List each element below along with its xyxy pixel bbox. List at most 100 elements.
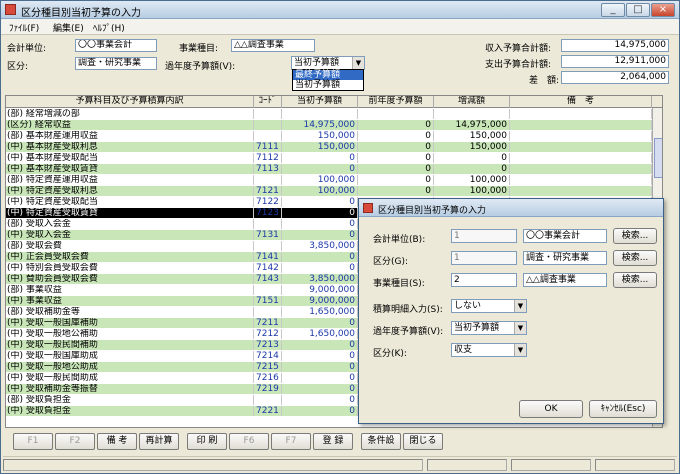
table-row[interactable]: (中) 基本財産受取配当 7112 0 0 0	[6, 153, 652, 163]
table-row[interactable]: (部) 基本財産運用収益 150,000 0 150,000	[6, 131, 652, 141]
cell-budget[interactable]: 9,000,000	[282, 296, 358, 306]
past-budget-dropdown-list[interactable]: 最終予算額 当初予算額	[292, 69, 364, 91]
dropdown-option-initial[interactable]: 当初予算額	[293, 80, 363, 90]
cell-budget[interactable]: 14,975,000	[282, 120, 358, 130]
cell-prev[interactable]	[358, 109, 434, 119]
cell-code[interactable]	[254, 120, 282, 130]
cell-name[interactable]: (中) 基本財産受取利息	[6, 142, 254, 152]
cell-name[interactable]: (中) 基本財産受取賃貸	[6, 164, 254, 174]
dialog-category-search-button[interactable]: 検索...	[613, 250, 657, 266]
cell-name[interactable]: (中) 受取一般民間助成	[6, 373, 254, 383]
cell-budget[interactable]	[282, 109, 358, 119]
cell-remarks[interactable]	[510, 153, 652, 163]
cell-code[interactable]: 7121	[254, 186, 282, 196]
cell-budget[interactable]: 0	[282, 252, 358, 262]
f7-button[interactable]: F7	[271, 433, 311, 450]
cell-name[interactable]: (中) 受取一般地公助成	[6, 362, 254, 372]
chevron-down-icon[interactable]: ▼	[514, 300, 526, 312]
cell-budget[interactable]: 1,650,000	[282, 307, 358, 317]
scrollbar-thumb[interactable]	[654, 138, 662, 178]
chevron-down-icon[interactable]: ▼	[514, 322, 526, 334]
dialog-category-code[interactable]: 1	[451, 251, 517, 265]
cell-diff[interactable]: 0	[434, 164, 510, 174]
cell-prev[interactable]: 0	[358, 120, 434, 130]
cell-diff[interactable]: 0	[434, 153, 510, 163]
cell-name[interactable]: (中) 賛助会員受取会費	[6, 274, 254, 284]
past-budget-select[interactable]: 当初予算額 ▼	[291, 56, 365, 70]
cell-remarks[interactable]	[510, 142, 652, 152]
register-button[interactable]: 登 録	[313, 433, 353, 450]
f6-button[interactable]: F6	[229, 433, 269, 450]
cell-prev[interactable]: 0	[358, 186, 434, 196]
menu-file[interactable]: ﾌｧｲﾙ(F)	[9, 21, 39, 34]
cell-code[interactable]: 7123	[254, 208, 282, 218]
cell-code[interactable]: 7143	[254, 274, 282, 284]
col-header-code[interactable]: ｺｰﾄﾞ	[254, 96, 282, 108]
cell-diff[interactable]	[434, 109, 510, 119]
dialog-business-type-search-button[interactable]: 検索...	[613, 272, 657, 288]
cell-name[interactable]: (部) 特定資産運用収益	[6, 175, 254, 185]
table-row[interactable]: (区分) 経常収益 14,975,000 0 14,975,000	[6, 120, 652, 130]
cell-code[interactable]: 7113	[254, 164, 282, 174]
condition-button[interactable]: 条件設	[361, 433, 401, 450]
cell-name[interactable]: (中) 受取一般国庫補助	[6, 318, 254, 328]
cell-name[interactable]: (中) 受取負担金	[6, 406, 254, 416]
cell-remarks[interactable]	[510, 120, 652, 130]
cell-budget[interactable]: 0	[282, 384, 358, 394]
cell-name[interactable]: (部) 受取補助金等	[6, 307, 254, 317]
cell-code[interactable]: 7215	[254, 362, 282, 372]
dialog-detail-input-select[interactable]: しない ▼	[451, 299, 527, 313]
cell-code[interactable]: 7142	[254, 263, 282, 273]
col-header-diff[interactable]: 増減額	[434, 96, 510, 108]
cell-budget[interactable]: 0	[282, 351, 358, 361]
cell-prev[interactable]: 0	[358, 175, 434, 185]
cell-diff[interactable]: 150,000	[434, 142, 510, 152]
cell-diff[interactable]: 14,975,000	[434, 120, 510, 130]
cell-budget[interactable]: 0	[282, 362, 358, 372]
dialog-category-k-select[interactable]: 収支 ▼	[451, 343, 527, 357]
remarks-button[interactable]: 備 考	[97, 433, 137, 450]
cell-code[interactable]: 7212	[254, 329, 282, 339]
cell-name[interactable]: (中) 正会員受取会費	[6, 252, 254, 262]
cell-remarks[interactable]	[510, 175, 652, 185]
cell-diff[interactable]: 150,000	[434, 131, 510, 141]
table-row[interactable]: (中) 基本財産受取利息 7111 150,000 0 150,000	[6, 142, 652, 152]
cell-budget[interactable]: 0	[282, 395, 358, 405]
maximize-button[interactable]: □	[626, 3, 650, 17]
cell-code[interactable]	[254, 219, 282, 229]
cell-name[interactable]: (区分) 経常収益	[6, 120, 254, 130]
cell-prev[interactable]: 0	[358, 131, 434, 141]
cell-name[interactable]: (中) 特定資産受取配当	[6, 197, 254, 207]
cell-name[interactable]: (中) 特定資産受取利息	[6, 186, 254, 196]
cell-budget[interactable]: 0	[282, 406, 358, 416]
cell-name[interactable]: (部) 経常増減の部	[6, 109, 254, 119]
cell-prev[interactable]: 0	[358, 142, 434, 152]
cell-name[interactable]: (中) 受取一般地公補助	[6, 329, 254, 339]
dialog-ok-button[interactable]: OK	[519, 400, 583, 418]
cell-remarks[interactable]	[510, 164, 652, 174]
cell-code[interactable]: 7151	[254, 296, 282, 306]
cell-name[interactable]: (中) 受取一般国庫助成	[6, 351, 254, 361]
cell-name[interactable]: (中) 受取一般民間補助	[6, 340, 254, 350]
col-header-prev[interactable]: 前年度予算額	[358, 96, 434, 108]
cell-name[interactable]: (部) 基本財産運用収益	[6, 131, 254, 141]
f1-button[interactable]: F1	[13, 433, 53, 450]
cell-diff[interactable]: 100,000	[434, 175, 510, 185]
cell-code[interactable]: 7112	[254, 153, 282, 163]
cell-name[interactable]: (中) 特定資産受取賃貸	[6, 208, 254, 218]
cell-budget[interactable]: 0	[282, 153, 358, 163]
cell-budget[interactable]: 0	[282, 230, 358, 240]
cell-name[interactable]: (中) 事業収益	[6, 296, 254, 306]
f2-button[interactable]: F2	[55, 433, 95, 450]
cell-remarks[interactable]	[510, 186, 652, 196]
cell-code[interactable]: 7219	[254, 384, 282, 394]
cell-code[interactable]	[254, 109, 282, 119]
cell-budget[interactable]: 9,000,000	[282, 285, 358, 295]
cell-name[interactable]: (中) 受取入会金	[6, 230, 254, 240]
cell-code[interactable]: 7214	[254, 351, 282, 361]
cell-budget[interactable]: 150,000	[282, 142, 358, 152]
cell-code[interactable]: 7213	[254, 340, 282, 350]
cell-budget[interactable]: 150,000	[282, 131, 358, 141]
cell-code[interactable]: 7111	[254, 142, 282, 152]
cell-code[interactable]: 7122	[254, 197, 282, 207]
